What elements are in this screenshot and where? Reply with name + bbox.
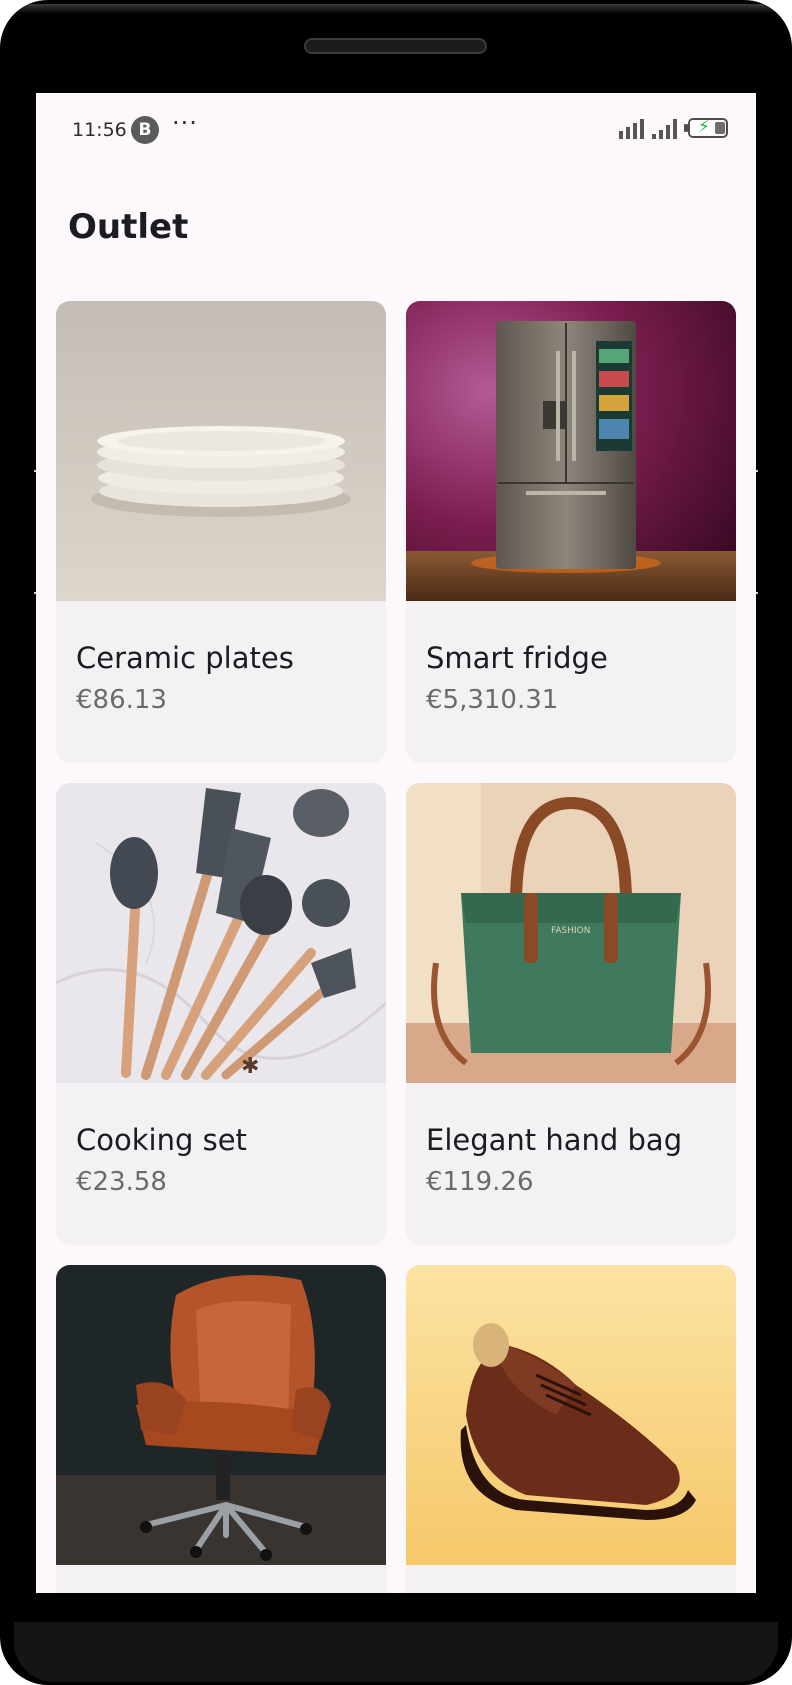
product-name: Smart fridge — [426, 641, 608, 675]
svg-text:✱: ✱ — [241, 1054, 259, 1079]
signal-strength-icon — [619, 119, 644, 139]
product-name: Ceramic plates — [76, 641, 294, 675]
product-price: €119.26 — [426, 1167, 534, 1197]
leather-shoe-image — [406, 1265, 736, 1565]
page-title: Outlet — [68, 207, 189, 247]
office-chair-image — [56, 1265, 386, 1565]
handbag-image: FASHION — [406, 783, 736, 1083]
battery-icon: ⚡ — [688, 117, 728, 138]
product-card[interactable]: FASHION Elegant hand bag €119.26 — [406, 783, 736, 1245]
product-card[interactable]: Smart fridge €5,310.31 — [406, 301, 736, 763]
cooking-utensils-image: ✱ — [56, 783, 386, 1083]
app-notification-icon: B — [131, 116, 159, 144]
status-bar: 11:56 B ··· ⚡ — [36, 93, 756, 167]
product-card[interactable] — [406, 1265, 736, 1593]
product-price: €23.58 — [76, 1167, 167, 1197]
product-name: Cooking set — [76, 1123, 247, 1157]
app-screen: 11:56 B ··· ⚡ Outlet Ceramic plates €86.… — [36, 93, 756, 1593]
more-notifications-icon: ··· — [172, 109, 198, 137]
fridge-image — [406, 301, 736, 601]
product-name: Elegant hand bag — [426, 1123, 683, 1157]
plates-image — [56, 301, 386, 601]
product-card[interactable]: Ceramic plates €86.13 — [56, 301, 386, 763]
signal-strength-icon-2 — [652, 119, 677, 139]
phone-frame: 11:56 B ··· ⚡ Outlet Ceramic plates €86.… — [0, 0, 792, 1685]
product-price: €86.13 — [76, 685, 167, 715]
earpiece-speaker — [304, 38, 487, 54]
status-time: 11:56 — [72, 119, 127, 141]
product-price: €5,310.31 — [426, 685, 559, 715]
svg-text:FASHION: FASHION — [551, 926, 590, 936]
product-card[interactable]: ✱ Cooking set €23.58 — [56, 783, 386, 1245]
bezel-highlight — [18, 4, 774, 14]
bottom-bezel — [14, 1622, 778, 1682]
product-card[interactable] — [56, 1265, 386, 1593]
